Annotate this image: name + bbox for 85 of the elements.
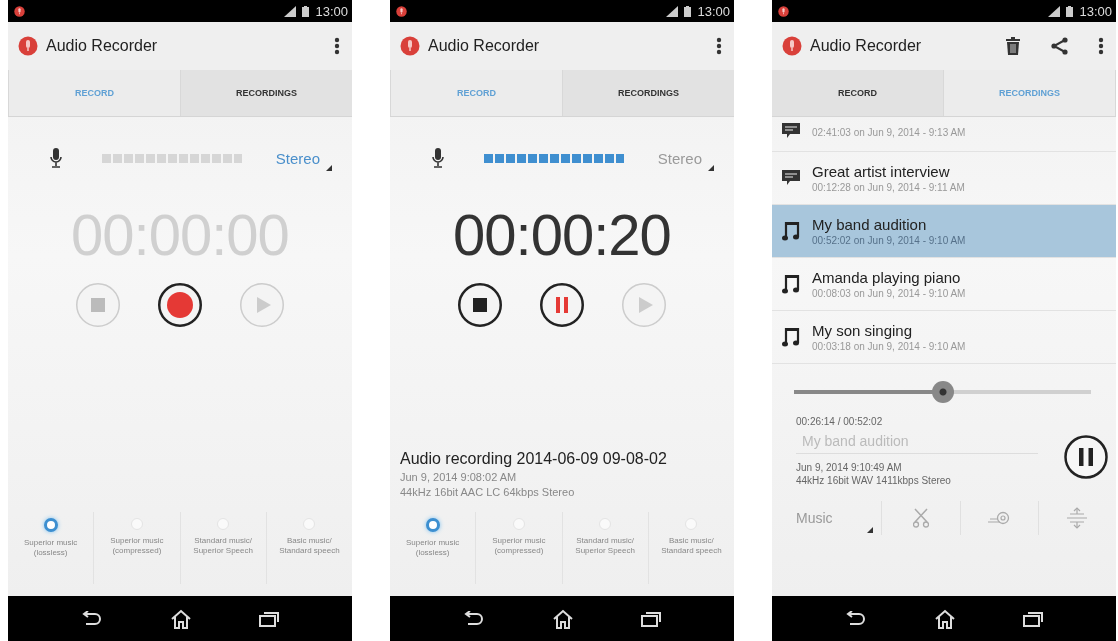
microphone-icon <box>432 148 444 168</box>
app-notification-icon <box>778 5 789 17</box>
radio-button[interactable] <box>43 518 58 532</box>
recording-title: Amanda playing piano <box>812 269 962 286</box>
recording-row[interactable]: 02:41:03 on Jun 9, 2014 - 9:13 AM <box>772 117 1116 152</box>
pause-button[interactable] <box>539 282 585 328</box>
recording-details: 00:03:18 on Jun 9, 2014 - 9:10 AM <box>812 341 966 352</box>
pause-button[interactable] <box>1064 434 1108 479</box>
recording-row[interactable]: My band audition 00:52:02 on Jun 9, 2014 - 9:10 AM <box>772 205 1116 258</box>
dropdown-corner-icon <box>708 165 714 171</box>
app-title: Audio Recorder <box>46 37 158 55</box>
quality-label: Standard music/ Superior Speech <box>193 536 253 556</box>
seek-slider[interactable] <box>794 381 1091 403</box>
speech-bubble-icon <box>782 170 800 186</box>
recording-title: Audio recording 2014-06-09 09-08-02 <box>400 450 668 468</box>
recording-details: 00:12:28 on Jun 9, 2014 - 9:11 AM <box>812 182 965 193</box>
recording-row[interactable]: My son singing 00:03:18 on Jun 9, 2014 - 9:10 AM <box>772 311 1116 364</box>
record-button[interactable] <box>157 282 203 328</box>
signal-icon <box>284 5 297 17</box>
back-icon[interactable] <box>463 610 486 627</box>
playback-position: 00:26:14 / 00:52:02 <box>796 416 884 427</box>
battery-icon <box>302 5 310 17</box>
dropdown-corner-icon <box>326 165 332 171</box>
recording-details: 00:52:02 on Jun 9, 2014 - 9:10 AM <box>812 235 966 246</box>
music-note-icon <box>782 327 800 347</box>
recording-details: 00:08:03 on Jun 9, 2014 - 9:10 AM <box>812 288 966 299</box>
app-notification-icon <box>396 5 407 17</box>
microphone-icon <box>50 148 62 168</box>
recording-format: 44kHz 16bit AAC LC 64kbps Stereo <box>400 486 576 498</box>
dropdown-corner-icon <box>867 527 874 533</box>
channel-mode-dropdown[interactable]: Stereo <box>275 149 320 167</box>
overflow-menu-icon[interactable] <box>1098 37 1104 55</box>
app-logo-icon <box>18 36 38 56</box>
battery-icon <box>684 5 692 17</box>
stop-button[interactable] <box>457 282 503 328</box>
home-icon[interactable] <box>552 608 574 629</box>
back-icon[interactable] <box>845 610 868 627</box>
home-icon[interactable] <box>170 608 192 629</box>
quality-label: Superior music (compressed) <box>110 536 164 556</box>
tab[interactable]: RECORDINGS <box>943 70 1116 116</box>
back-icon[interactable] <box>81 610 104 627</box>
music-note-icon <box>782 274 800 294</box>
overflow-menu-icon[interactable] <box>334 37 340 55</box>
recent-apps-icon[interactable] <box>640 610 661 627</box>
recording-title: Great artist interview <box>812 163 951 180</box>
tab[interactable]: RECORDINGS <box>181 70 352 116</box>
quality-label: Basic music/ Standard speech <box>279 536 340 556</box>
app-notification-icon <box>14 5 25 17</box>
quality-label: Superior music (lossless) <box>405 538 460 558</box>
signal-icon <box>666 5 679 17</box>
clock-time: 13:00 <box>1079 3 1112 19</box>
tab[interactable]: RECORD <box>772 70 943 116</box>
quality-label: Basic music/ Standard speech <box>661 536 722 556</box>
app-logo-icon <box>400 36 420 56</box>
quality-label: Superior music (lossless) <box>23 538 78 558</box>
name-field[interactable]: My band audition <box>796 427 1038 454</box>
speech-bubble-icon <box>782 123 800 139</box>
radio-button[interactable] <box>425 518 440 532</box>
quality-label: Standard music/ Superior Speech <box>575 536 635 556</box>
tab[interactable]: RECORDINGS <box>563 70 734 116</box>
app-title: Audio Recorder <box>428 37 540 55</box>
share-icon[interactable] <box>1051 37 1068 55</box>
recording-title: My band audition <box>812 216 928 233</box>
recording-row[interactable]: Amanda playing piano 00:08:03 on Jun 9, 2014 - 9:10 AM <box>772 258 1116 311</box>
quality-label: Superior music (compressed) <box>492 536 546 556</box>
app-title: Audio Recorder <box>810 37 922 55</box>
elapsed-timer: 00:00:20 <box>452 201 672 268</box>
recent-apps-icon[interactable] <box>1022 610 1043 627</box>
recording-format: 44kHz 16bit WAV 1411kbps Stereo <box>796 475 952 486</box>
recording-title: My son singing <box>812 322 914 339</box>
app-logo-icon <box>782 36 802 56</box>
signal-icon <box>1048 5 1061 17</box>
battery-icon <box>1066 5 1074 17</box>
music-note-icon <box>782 221 800 241</box>
tab[interactable]: RECORD <box>8 70 181 116</box>
clock-time: 13:00 <box>315 3 348 19</box>
overflow-menu-icon[interactable] <box>716 37 722 55</box>
clock-time: 13:00 <box>697 3 730 19</box>
tab[interactable]: RECORD <box>390 70 563 116</box>
recording-details: 02:41:03 on Jun 9, 2014 - 9:13 AM <box>812 126 966 138</box>
home-icon[interactable] <box>934 608 956 629</box>
trash-icon[interactable] <box>1005 37 1021 55</box>
recent-apps-icon[interactable] <box>258 610 279 627</box>
recording-date: Jun 9, 2014 9:08:02 AM <box>400 471 518 483</box>
recording-date: Jun 9, 2014 9:10:49 AM <box>796 462 903 473</box>
